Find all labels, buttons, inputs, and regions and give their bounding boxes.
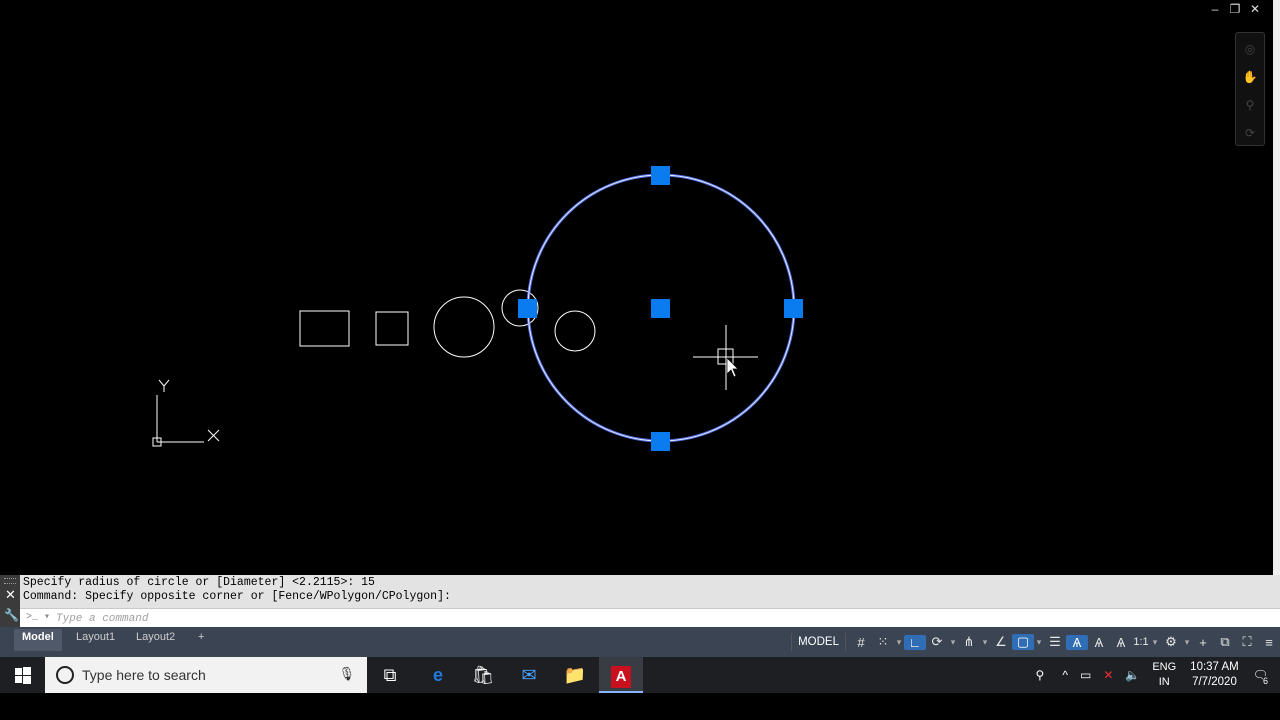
steering-wheel-icon[interactable]: ◎ (1239, 37, 1261, 61)
windows-logo-icon (15, 667, 31, 684)
clock-date: 7/7/2020 (1192, 676, 1237, 688)
zoom-icon[interactable]: ⚲ (1239, 93, 1261, 117)
crosshair-cursor (693, 325, 758, 390)
object-snap-tracking-icon[interactable]: ∠ (990, 634, 1012, 650)
customize-menu-icon[interactable]: ≡ (1258, 635, 1280, 650)
autocad-app-icon[interactable]: A (599, 657, 643, 693)
rectangle-entity[interactable] (299, 310, 350, 347)
volume-icon[interactable]: 🔈 (1125, 668, 1140, 682)
layout-status-bar: Model Layout1 Layout2 + MODEL # ⁙ ▾ ∟ ⟳ … (0, 627, 1280, 657)
cortana-icon (56, 666, 74, 684)
network-icon[interactable]: ✕ (1103, 668, 1113, 682)
polar-tracking-icon[interactable]: ⟳ (926, 634, 948, 650)
minimize-button[interactable]: – (1209, 2, 1221, 16)
edge-browser-icon[interactable]: e (416, 657, 460, 693)
show-hidden-icons-chevron-icon[interactable]: ^ (1062, 668, 1068, 682)
annotation-visibility-icon[interactable]: Ѧ (1066, 634, 1088, 650)
isodraft-dropdown-icon[interactable]: ▾ (980, 637, 990, 648)
isodraft-icon[interactable]: ⋔ (958, 634, 980, 650)
plus-icon[interactable]: + (1192, 635, 1214, 650)
autocad-logo-icon: A (611, 666, 631, 688)
square-entity[interactable] (375, 311, 409, 346)
notification-count: 6 (1262, 676, 1268, 686)
drawing-canvas[interactable]: – ❐ ✕ ◎ ✋ ⚲ ⟳ (0, 0, 1273, 575)
object-snap-icon[interactable]: ▢ (1012, 634, 1034, 650)
store-icon[interactable]: 🛍 (461, 657, 505, 693)
command-prompt-icon[interactable]: >_ ▾ (26, 611, 50, 623)
model-space[interactable] (0, 0, 1273, 575)
grid-icon[interactable]: # (850, 635, 872, 650)
restore-button[interactable]: ❐ (1229, 2, 1241, 16)
command-line-window: ✕ 🔧 Specify radius of circle or [Diamete… (0, 575, 1280, 627)
command-input[interactable] (54, 610, 958, 627)
workspace-dropdown-icon[interactable]: ▾ (1182, 637, 1192, 648)
task-view-icon[interactable]: ⧉ (368, 657, 412, 693)
polar-dropdown-icon[interactable]: ▾ (948, 637, 958, 648)
scale-dropdown-icon[interactable]: ▾ (1150, 637, 1160, 648)
tab-model[interactable]: Model (14, 629, 62, 651)
screen-bottom-edge (0, 693, 1280, 720)
command-line-handle[interactable]: ✕ 🔧 (0, 575, 20, 627)
start-button[interactable] (0, 657, 45, 693)
windows-taskbar: Type here to search 🎙 ⧉ e 🛍 ✉ 📁 A ⚲ ^ ▭ … (0, 657, 1280, 693)
taskbar-search-box[interactable]: Type here to search 🎙 (45, 657, 367, 693)
grip-icon[interactable] (4, 578, 16, 584)
ucs-icon (152, 379, 220, 447)
clock-time: 10:37 AM (1190, 661, 1239, 673)
circle-entity[interactable] (433, 296, 495, 358)
grip-center[interactable] (651, 299, 670, 318)
command-history-line: Command: Specify opposite corner or [Fen… (23, 590, 451, 603)
language-code: ENG (1152, 661, 1177, 673)
microphone-icon[interactable]: 🎙 (338, 666, 355, 682)
grip-bottom[interactable] (651, 432, 670, 451)
status-toolbar: MODEL # ⁙ ▾ ∟ ⟳ ▾ ⋔ ▾ ∠ ▢ ▾ ☰ Ѧ Ѧ Ѧ 1:1 … (791, 629, 1280, 655)
close-icon[interactable]: ✕ (5, 587, 16, 603)
ortho-icon[interactable]: ∟ (904, 634, 926, 650)
snap-icon[interactable]: ⁙ (872, 634, 894, 650)
lineweight-icon[interactable]: ☰ (1044, 634, 1066, 650)
isolate-objects-icon[interactable]: ⧉ (1214, 634, 1236, 650)
command-history-line: Specify radius of circle or [Diameter] <… (23, 576, 375, 589)
object-snap-dropdown-icon[interactable]: ▾ (1034, 637, 1044, 648)
mail-icon[interactable]: ✉ (507, 657, 551, 693)
grip-right[interactable] (784, 299, 803, 318)
language-indicator[interactable]: ENG IN (1152, 660, 1176, 690)
annotation-scale-icon[interactable]: Ѧ (1110, 635, 1132, 650)
action-center-icon[interactable]: 🗨 6 (1253, 668, 1268, 686)
auto-scale-icon[interactable]: Ѧ (1088, 635, 1110, 650)
add-layout-button[interactable]: + (190, 629, 212, 651)
file-explorer-icon[interactable]: 📁 (553, 657, 597, 693)
tab-layout2[interactable]: Layout2 (128, 629, 183, 651)
grip-left[interactable] (518, 299, 537, 318)
workspace-gear-icon[interactable]: ⚙ (1160, 634, 1182, 650)
pan-hand-icon[interactable]: ✋ (1239, 65, 1261, 89)
navigation-bar: ◎ ✋ ⚲ ⟳ (1235, 32, 1265, 146)
viewport-window-controls: – ❐ ✕ (1209, 2, 1261, 16)
circle-entity[interactable] (554, 310, 596, 352)
vertical-scrollbar[interactable] (1273, 0, 1280, 575)
clock[interactable]: 10:37 AM 7/7/2020 (1190, 660, 1239, 690)
tab-layout1[interactable]: Layout1 (68, 629, 123, 651)
fullscreen-icon[interactable]: ⛶ (1236, 634, 1258, 650)
system-tray: ⚲ ^ ▭ ✕ 🔈 ENG IN 10:37 AM 7/7/2020 🗨 6 (1030, 657, 1280, 693)
battery-icon[interactable]: ▭ (1080, 668, 1091, 682)
orbit-icon[interactable]: ⟳ (1239, 121, 1261, 145)
region-code: IN (1158, 676, 1170, 688)
model-space-button[interactable]: MODEL (791, 633, 846, 651)
people-icon[interactable]: ⚲ (1036, 668, 1045, 682)
search-placeholder: Type here to search (82, 667, 206, 683)
command-input-box[interactable]: >_ ▾ (20, 608, 1280, 627)
snap-dropdown-icon[interactable]: ▾ (894, 637, 904, 648)
close-button[interactable]: ✕ (1249, 2, 1261, 16)
annotation-scale-value[interactable]: 1:1 (1132, 636, 1150, 648)
customize-wrench-icon[interactable]: 🔧 (4, 608, 19, 622)
grip-top[interactable] (651, 166, 670, 185)
